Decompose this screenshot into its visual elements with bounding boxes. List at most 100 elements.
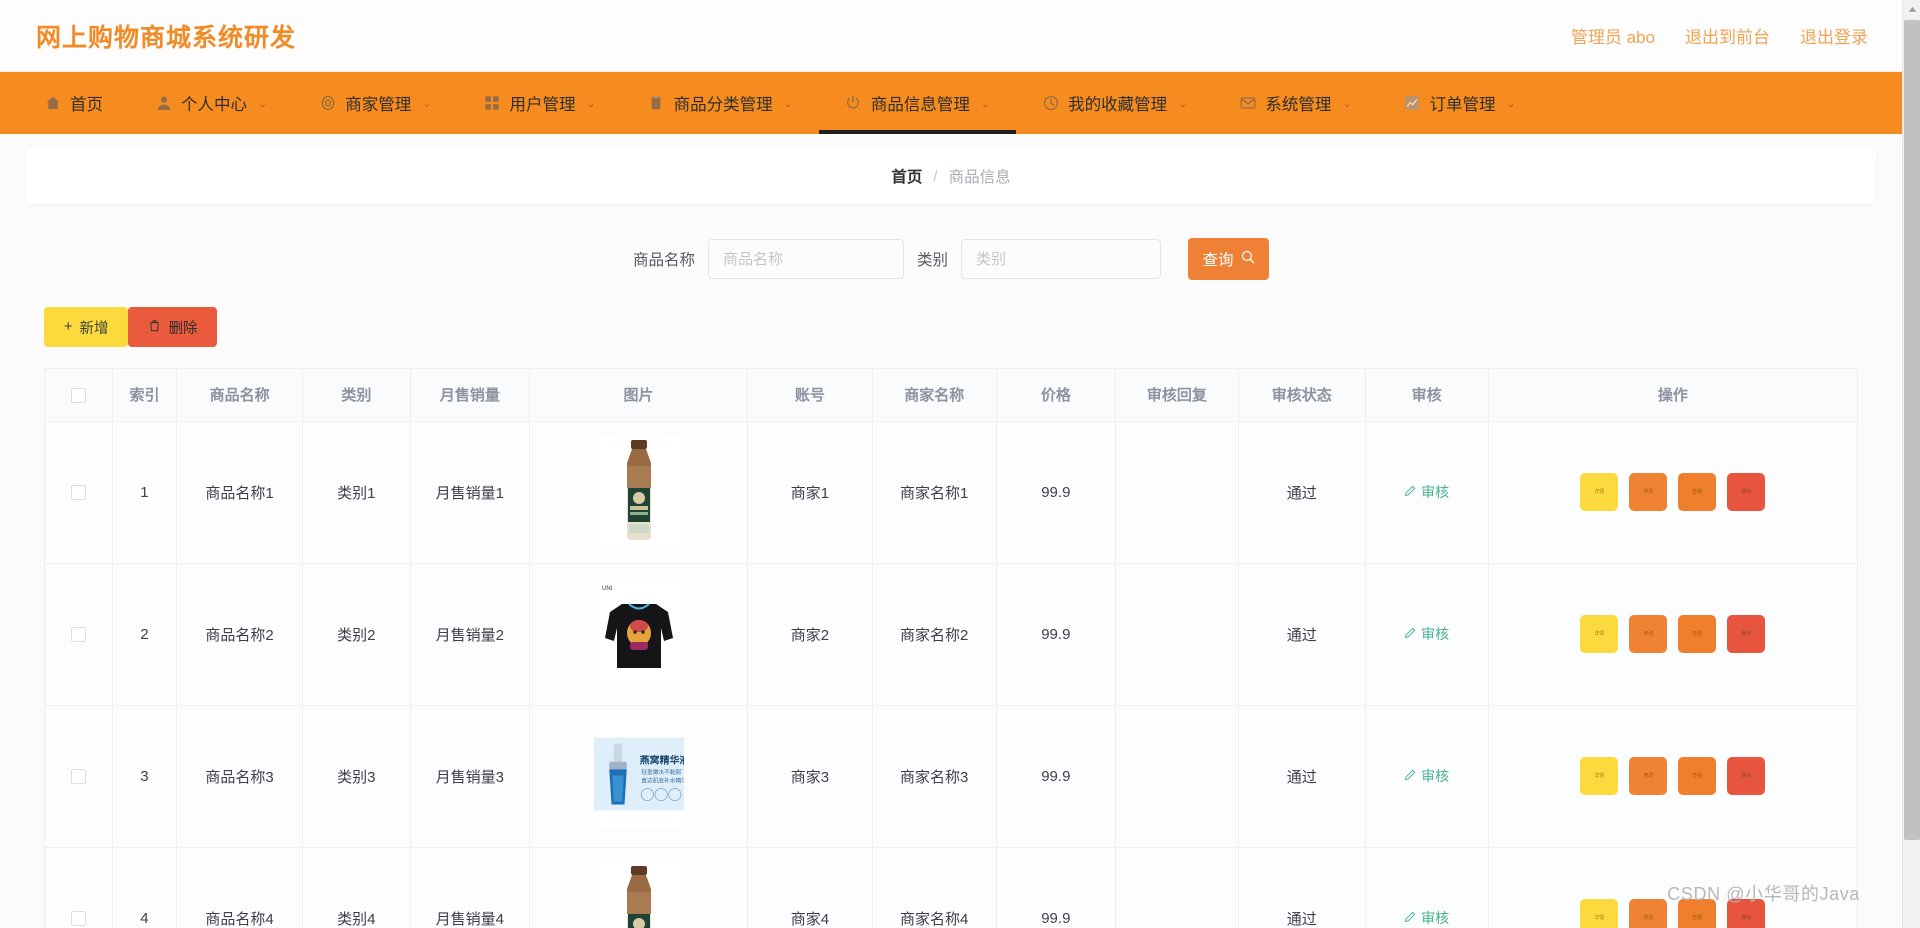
chevron-down-icon: ⌄ — [980, 97, 991, 110]
pencil-icon — [1404, 910, 1416, 926]
search-icon — [1241, 250, 1255, 269]
delete-button[interactable]: 删除 — [128, 307, 218, 347]
clipboard-icon — [648, 95, 665, 112]
vertical-scrollbar[interactable] — [1902, 0, 1920, 928]
audit-link-label: 审核 — [1421, 768, 1450, 784]
row-checkbox[interactable] — [70, 911, 86, 927]
chart-icon — [1404, 95, 1421, 112]
cell-index: 3 — [112, 705, 178, 848]
page-root: 网上购物商城系统研发 管理员 abo 退出到前台 退出登录 首页 个人中心 ⌄ — [0, 0, 1902, 928]
operation-button-2[interactable]: 修改 — [1629, 899, 1668, 928]
search-input-product-name[interactable] — [708, 239, 904, 279]
nav-item-home[interactable]: 首页 — [18, 72, 129, 134]
header-links: 管理员 abo 退出到前台 退出登录 — [1571, 23, 1868, 48]
chevron-down-icon: ⌄ — [586, 97, 596, 110]
nav-item-merchant-management[interactable]: 商家管理 ⌄ — [293, 72, 457, 134]
cell-monthly-sales: 月售销量3 — [410, 705, 530, 848]
nav-item-product-info-management[interactable]: 商品信息管理 ⌄ — [818, 72, 1017, 134]
nav-item-product-category-management[interactable]: 商品分类管理 ⌄ — [622, 72, 819, 134]
row-checkbox[interactable] — [70, 769, 86, 785]
logout-link[interactable]: 退出登录 — [1800, 23, 1868, 48]
cell-operations: 详情 修改 查看 删除 — [1488, 705, 1857, 848]
search-button[interactable]: 查询 — [1188, 238, 1270, 280]
page-title: 网上购物商城系统研发 — [36, 23, 297, 52]
cell-audit-status: 通过 — [1238, 421, 1366, 564]
operation-button-1[interactable]: 详情 — [1580, 757, 1619, 795]
operation-button-4[interactable]: 删除 — [1727, 473, 1766, 511]
operation-button-4[interactable]: 删除 — [1727, 615, 1766, 653]
nav-item-user-management[interactable]: 用户管理 ⌄ — [457, 72, 621, 134]
admin-user-link[interactable]: 管理员 abo — [1571, 23, 1655, 48]
operation-button-3[interactable]: 查看 — [1678, 615, 1717, 653]
operation-button-2[interactable]: 修改 — [1629, 473, 1668, 511]
breadcrumb-home[interactable]: 首页 — [891, 165, 922, 187]
cell-shop-name: 商家名称4 — [872, 847, 997, 928]
header-operations: 操作 — [1488, 369, 1857, 422]
nav-label: 用户管理 — [509, 96, 576, 114]
add-button-label: 新增 — [79, 320, 109, 337]
select-all-checkbox[interactable] — [70, 387, 86, 403]
nav-item-order-management[interactable]: 订单管理 ⌄ — [1378, 72, 1542, 134]
add-button[interactable]: + 新增 — [44, 307, 129, 347]
nav-item-system-management[interactable]: 系统管理 ⌄ — [1213, 72, 1377, 134]
operation-button-1[interactable]: 详情 — [1580, 615, 1619, 653]
operation-button-4[interactable]: 删除 — [1727, 757, 1766, 795]
header-select-all — [45, 369, 113, 422]
cell-audit: 审核 — [1365, 421, 1489, 564]
cell-category: 类别1 — [302, 421, 411, 564]
user-icon — [155, 95, 172, 112]
audit-link-label: 审核 — [1421, 626, 1450, 642]
nav-label: 商家管理 — [345, 96, 412, 114]
header-shop-name: 商家名称 — [872, 369, 997, 422]
cell-shop-name: 商家名称3 — [872, 705, 997, 848]
audit-link[interactable]: 审核 — [1404, 908, 1449, 928]
operation-button-2[interactable]: 修改 — [1629, 615, 1668, 653]
category-label: 类别 — [917, 252, 949, 269]
nav-label: 商品分类管理 — [673, 96, 773, 114]
cell-category: 类别3 — [302, 705, 411, 848]
cell-monthly-sales: 月售销量2 — [410, 563, 530, 706]
table-header-row: 索引 商品名称 类别 月售销量 图片 账号 商家名称 价格 审核回复 审核状态 … — [45, 369, 1857, 422]
nav-label: 订单管理 — [1429, 96, 1496, 114]
row-checkbox[interactable] — [70, 627, 86, 643]
operation-button-3[interactable]: 查看 — [1678, 757, 1717, 795]
operation-button-4[interactable]: 删除 — [1727, 899, 1766, 928]
table-body: 1 商品名称1 类别1 月售销量1 商家1 商家名称1 99.9 通过 审核 详情 修改 查看 删除 2… — [45, 421, 1857, 928]
operation-button-2[interactable]: 修改 — [1629, 757, 1668, 795]
operation-button-3[interactable]: 查看 — [1678, 473, 1717, 511]
main-content: 首页 / 商品信息 商品名称 类别 查询 + — [0, 134, 1902, 928]
cell-product-image: UNI — [529, 563, 749, 706]
search-form: 商品名称 类别 查询 — [26, 238, 1876, 280]
nav-item-personal-center[interactable]: 个人中心 ⌄ — [129, 72, 293, 134]
exit-to-frontend-link[interactable]: 退出到前台 — [1685, 23, 1770, 48]
header-audit-reply: 审核回复 — [1115, 369, 1240, 422]
operation-button-1[interactable]: 详情 — [1580, 899, 1619, 928]
cell-monthly-sales: 月售销量4 — [410, 847, 530, 928]
audit-link[interactable]: 审核 — [1404, 624, 1449, 644]
pencil-icon — [1404, 626, 1416, 642]
cell-audit-reply — [1115, 847, 1240, 928]
scroll-up-arrow-icon[interactable] — [1903, 0, 1920, 18]
cell-category: 类别4 — [302, 847, 411, 928]
cell-operations: 详情 修改 查看 删除 — [1488, 847, 1857, 928]
operation-button-3[interactable]: 查看 — [1678, 899, 1717, 928]
clock-icon — [1042, 95, 1059, 112]
nav-item-my-favorites-management[interactable]: 我的收藏管理 ⌄ — [1016, 72, 1213, 134]
audit-link-label: 审核 — [1421, 910, 1450, 926]
mail-icon — [1239, 95, 1256, 112]
search-input-category[interactable] — [961, 239, 1162, 279]
site-header: 网上购物商城系统研发 管理员 abo 退出到前台 退出登录 — [0, 0, 1902, 72]
header-monthly-sales: 月售销量 — [410, 369, 530, 422]
audit-link[interactable]: 审核 — [1404, 482, 1449, 502]
audit-link[interactable]: 审核 — [1404, 766, 1449, 786]
chevron-down-icon: ⌄ — [783, 97, 793, 110]
scrollbar-thumb[interactable] — [1904, 20, 1920, 840]
row-checkbox-cell — [45, 847, 113, 928]
pencil-icon — [1404, 484, 1416, 500]
operation-button-1[interactable]: 详情 — [1580, 473, 1619, 511]
operation-buttons: 详情 修改 查看 删除 — [1490, 899, 1856, 928]
cell-product-name: 商品名称4 — [176, 847, 303, 928]
row-checkbox[interactable] — [70, 485, 86, 501]
nav-label: 我的收藏管理 — [1068, 96, 1168, 114]
search-button-label: 查询 — [1202, 252, 1234, 269]
